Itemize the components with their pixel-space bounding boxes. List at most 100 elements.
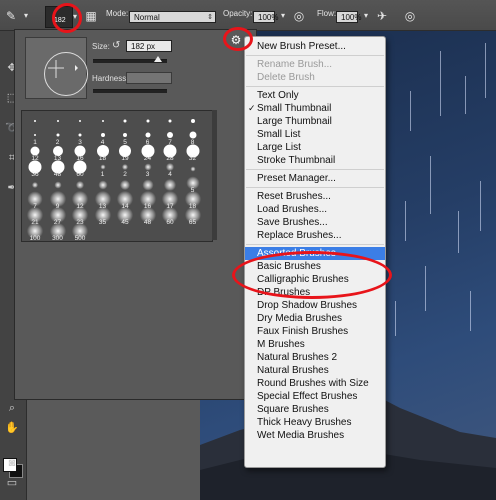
- brush-preset-item[interactable]: 1: [24, 129, 46, 146]
- menu-item-preset-manager[interactable]: Preset Manager...: [245, 172, 385, 185]
- menu-item-load-brushes[interactable]: Load Brushes...: [245, 203, 385, 216]
- flow-slider-arrow-icon[interactable]: ▾: [359, 9, 373, 23]
- menu-item-square-brushes[interactable]: Square Brushes: [245, 403, 385, 416]
- menu-item-label: Dry Media Brushes: [257, 313, 343, 324]
- brush-preset-item[interactable]: 4: [92, 129, 114, 146]
- brush-preset-item[interactable]: 6: [137, 129, 159, 146]
- brush-preset-item[interactable]: 3: [137, 161, 159, 178]
- brush-size-label: 300: [52, 235, 63, 242]
- hand-tool-icon[interactable]: ✋: [5, 421, 19, 435]
- menu-item-m-brushes[interactable]: M Brushes: [245, 338, 385, 351]
- brush-preset-item[interactable]: 28: [159, 144, 181, 162]
- menu-item-small-thumbnail[interactable]: ✓ Small Thumbnail: [245, 102, 385, 115]
- brush-preset-item[interactable]: 48: [137, 207, 159, 226]
- star-trail: [440, 51, 441, 116]
- brush-preset-item[interactable]: 60: [159, 207, 181, 226]
- menu-separator: [246, 187, 384, 188]
- mode-value: Normal: [134, 13, 160, 22]
- brush-preset-item[interactable]: 16: [69, 145, 91, 162]
- menu-item-replace-brushes[interactable]: Replace Brushes...: [245, 229, 385, 242]
- picker-scrollbar[interactable]: [212, 110, 217, 240]
- brush-tip-thumbnail: [100, 164, 105, 170]
- menu-item-dry-media-brushes[interactable]: Dry Media Brushes: [245, 312, 385, 325]
- menu-item-text-only[interactable]: Text Only: [245, 89, 385, 102]
- star-trail: [405, 201, 406, 241]
- chevron-down-icon[interactable]: ▾: [19, 9, 33, 23]
- brush-tool-icon[interactable]: ✎: [4, 9, 18, 23]
- brush-preset-item[interactable]: 19: [114, 145, 136, 162]
- brush-preset-item[interactable]: 12: [24, 145, 46, 162]
- menu-item-large-list[interactable]: Large List: [245, 141, 385, 154]
- brush-preset-item[interactable]: 4: [159, 161, 181, 178]
- menu-item-special-effect-brushes[interactable]: Special Effect Brushes: [245, 390, 385, 403]
- opacity-field[interactable]: 100%: [253, 11, 278, 23]
- brush-preset-item[interactable]: 48: [47, 160, 69, 178]
- brush-preset-item[interactable]: 1: [92, 161, 114, 178]
- menu-item-label: Faux Finish Brushes: [257, 326, 349, 337]
- menu-item-label: Special Effect Brushes: [257, 391, 358, 402]
- menu-item-stroke-thumbnail[interactable]: Stroke Thumbnail: [245, 154, 385, 167]
- menu-item-small-list[interactable]: Small List: [245, 128, 385, 141]
- brush-preset-item[interactable]: 18: [92, 145, 114, 162]
- menu-item-natural-brushes[interactable]: Natural Brushes: [245, 364, 385, 377]
- brush-size-label: 100: [29, 235, 41, 242]
- brush-preset-item[interactable]: 45: [114, 207, 136, 226]
- annotation-oval-brush-picker: [52, 3, 82, 33]
- brush-preset-item[interactable]: 2: [114, 161, 136, 178]
- menu-item-new-brush-preset[interactable]: New Brush Preset...: [245, 40, 385, 53]
- brush-preset-item[interactable]: 24: [137, 144, 159, 162]
- brush-preset-item[interactable]: 5: [114, 129, 136, 146]
- menu-item-thick-heavy-brushes[interactable]: Thick Heavy Brushes: [245, 416, 385, 429]
- mode-select[interactable]: Normal ⇕: [129, 11, 216, 23]
- brush-tip-thumbnail: [76, 181, 84, 189]
- brush-preset-item[interactable]: [69, 113, 91, 129]
- brush-preset-item[interactable]: 35: [92, 207, 114, 226]
- screen-mode-icon[interactable]: ▭: [5, 476, 19, 490]
- brush-preset-item[interactable]: 8: [182, 129, 204, 146]
- brush-tip-preview[interactable]: [25, 37, 88, 99]
- menu-item-wet-media-brushes[interactable]: Wet Media Brushes: [245, 429, 385, 442]
- brush-preset-item[interactable]: 13: [47, 145, 69, 162]
- menu-item-natural-brushes-2[interactable]: Natural Brushes 2: [245, 351, 385, 364]
- menu-item-label: Large List: [257, 142, 301, 153]
- flow-field[interactable]: 100%: [336, 11, 361, 23]
- menu-item-label: New Brush Preset...: [257, 41, 346, 52]
- menu-item-label: Natural Brushes 2: [257, 352, 338, 363]
- menu-item-large-thumbnail[interactable]: Large Thumbnail: [245, 115, 385, 128]
- brush-preset-item[interactable]: 65: [182, 207, 204, 226]
- brush-preset-item[interactable]: [159, 113, 181, 129]
- zoom-tool-icon[interactable]: ⌕: [5, 401, 19, 415]
- hardness-input[interactable]: [126, 72, 172, 84]
- brush-preset-item[interactable]: [24, 113, 46, 129]
- brush-preset-item[interactable]: 2: [47, 129, 69, 146]
- brush-preset-item[interactable]: [137, 113, 159, 129]
- menu-item-save-brushes[interactable]: Save Brushes...: [245, 216, 385, 229]
- brush-preset-item[interactable]: 32: [182, 144, 204, 162]
- hardness-slider[interactable]: [93, 89, 167, 93]
- menu-item-reset-brushes[interactable]: Reset Brushes...: [245, 190, 385, 203]
- brush-preset-item[interactable]: 500: [69, 223, 91, 242]
- brush-preset-item[interactable]: [182, 161, 204, 177]
- brush-preset-item[interactable]: [114, 113, 136, 129]
- brush-preset-item[interactable]: 7: [159, 129, 181, 146]
- size-slider-thumb[interactable]: [154, 56, 162, 62]
- opacity-slider-arrow-icon[interactable]: ▾: [276, 9, 290, 23]
- brush-preset-item[interactable]: [47, 113, 69, 129]
- brush-preset-item[interactable]: 3: [69, 129, 91, 146]
- pressure-size-icon[interactable]: ◎: [403, 9, 417, 23]
- menu-item-drop-shadow-brushes[interactable]: Drop Shadow Brushes: [245, 299, 385, 312]
- brush-preset-item[interactable]: [92, 113, 114, 129]
- brush-preset-item[interactable]: 60: [69, 160, 91, 178]
- menu-item-faux-finish-brushes[interactable]: Faux Finish Brushes: [245, 325, 385, 338]
- airbrush-icon[interactable]: ✈: [375, 9, 389, 23]
- quick-mask-icon[interactable]: ◙: [5, 456, 19, 470]
- brush-preset-item[interactable]: 100: [24, 223, 46, 242]
- brush-preset-item[interactable]: 36: [24, 160, 46, 178]
- menu-item-round-brushes-with-size[interactable]: Round Brushes with Size: [245, 377, 385, 390]
- brush-preset-item[interactable]: [182, 113, 204, 129]
- pressure-opacity-icon[interactable]: ◎: [292, 9, 306, 23]
- brush-preset-item[interactable]: 300: [47, 223, 69, 242]
- reset-size-icon[interactable]: ↺: [112, 40, 120, 51]
- size-input[interactable]: 182 px: [126, 40, 172, 52]
- brush-panel-toggle-icon[interactable]: ▦: [84, 9, 98, 23]
